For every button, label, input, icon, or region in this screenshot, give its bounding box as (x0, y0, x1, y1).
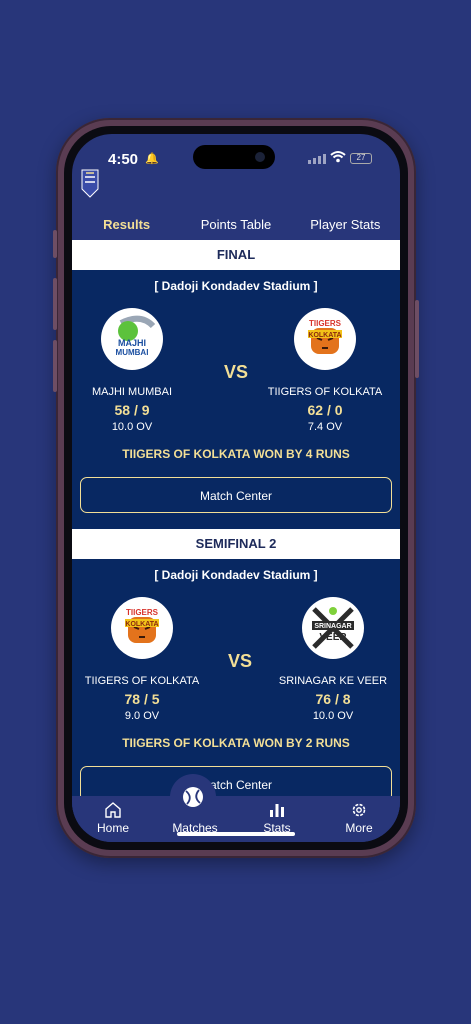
team-overs: 9.0 OV (124, 710, 160, 722)
nav-home[interactable]: Home (72, 796, 154, 842)
home-icon (105, 802, 121, 818)
status-bar: 4:50 🔔 27 (72, 134, 400, 174)
team-overs: 7.4 OV (307, 421, 343, 433)
volume-up-button (53, 278, 57, 330)
team-logo-tiigers-of-kolkata-icon: TIIGERS KOLKATA (294, 308, 356, 370)
svg-text:TIIGERS: TIIGERS (309, 319, 342, 328)
match-stage: SEMIFINAL 2 (72, 529, 400, 559)
svg-text:KOLKATA: KOLKATA (308, 332, 341, 339)
team-logo-majhi-mumbai-icon: MAJHI MUMBAI (101, 308, 163, 370)
svg-text:KOLKATA: KOLKATA (125, 621, 158, 628)
team2: TIIGERS KOLKATA TIIGERS OF KOLKATA 62 / … (250, 308, 400, 433)
svg-text:VEER: VEER (319, 632, 347, 643)
team-logo-srinagar-ke-veer-icon: SRINAGAR VEER (302, 597, 364, 659)
battery-level: 27 (356, 153, 366, 162)
match-result: TIIGERS OF KOLKATA WON BY 2 RUNS (122, 736, 350, 750)
svg-text:TIIGERS: TIIGERS (126, 608, 159, 617)
volume-down-button (53, 340, 57, 392)
team-score: 76 / 8 (315, 691, 351, 707)
matches-fab-button[interactable] (170, 774, 216, 820)
dynamic-island (193, 145, 275, 169)
team-name: SRINAGAR KE VEER (278, 675, 388, 687)
svg-text:MUMBAI: MUMBAI (116, 348, 149, 357)
team2: SRINAGAR VEER SRINAGAR KE VEER 76 / 8 10… (258, 597, 400, 722)
nav-label: More (345, 821, 373, 835)
home-indicator[interactable] (177, 832, 295, 836)
team-score: 62 / 0 (307, 402, 343, 418)
svg-text:MAJHI: MAJHI (118, 338, 146, 348)
action-button (53, 230, 57, 258)
bar-chart-icon (270, 804, 284, 817)
cricket-ball-icon (183, 787, 203, 807)
match-stage: FINAL (72, 240, 400, 270)
team-name: MAJHI MUMBAI (91, 386, 173, 398)
nav-label: Home (96, 821, 129, 835)
team-name: TIIGERS OF KOLKATA (84, 675, 200, 687)
gear-icon (352, 803, 366, 817)
match-venue: [ Dadoji Kondadev Stadium ] (154, 568, 318, 582)
bell-icon: 🔔 (145, 153, 159, 165)
team-overs: 10.0 OV (312, 710, 354, 722)
wifi-icon (330, 151, 346, 163)
team-score: 58 / 9 (114, 402, 150, 418)
team-score: 78 / 5 (124, 691, 160, 707)
match-venue: [ Dadoji Kondadev Stadium ] (154, 279, 318, 293)
league-logo-icon (81, 169, 99, 198)
team-logo-tiigers-of-kolkata-icon: TIIGERS KOLKATA (111, 597, 173, 659)
match-center-button[interactable]: Match Center (80, 477, 392, 513)
signal-icon (308, 154, 326, 164)
match-card-semifinal-2: SEMIFINAL 2 [ Dadoji Kondadev Stadium ] … (72, 529, 400, 819)
battery-icon: 27 (350, 153, 372, 164)
team-overs: 10.0 OV (111, 421, 153, 433)
app-screen: 4:50 🔔 27 Results Points Table Player St… (72, 134, 400, 842)
phone-frame: 4:50 🔔 27 Results Points Table Player St… (53, 118, 419, 858)
team-name: TIIGERS OF KOLKATA (267, 386, 383, 398)
match-result: TIIGERS OF KOLKATA WON BY 4 RUNS (122, 447, 350, 461)
status-time: 4:50 (108, 151, 139, 168)
nav-more[interactable]: More (318, 796, 400, 842)
svg-text:SRINAGAR: SRINAGAR (314, 623, 351, 630)
match-card-final: FINAL [ Dadoji Kondadev Stadium ] MAJHI … (72, 240, 400, 530)
power-button (415, 300, 419, 378)
